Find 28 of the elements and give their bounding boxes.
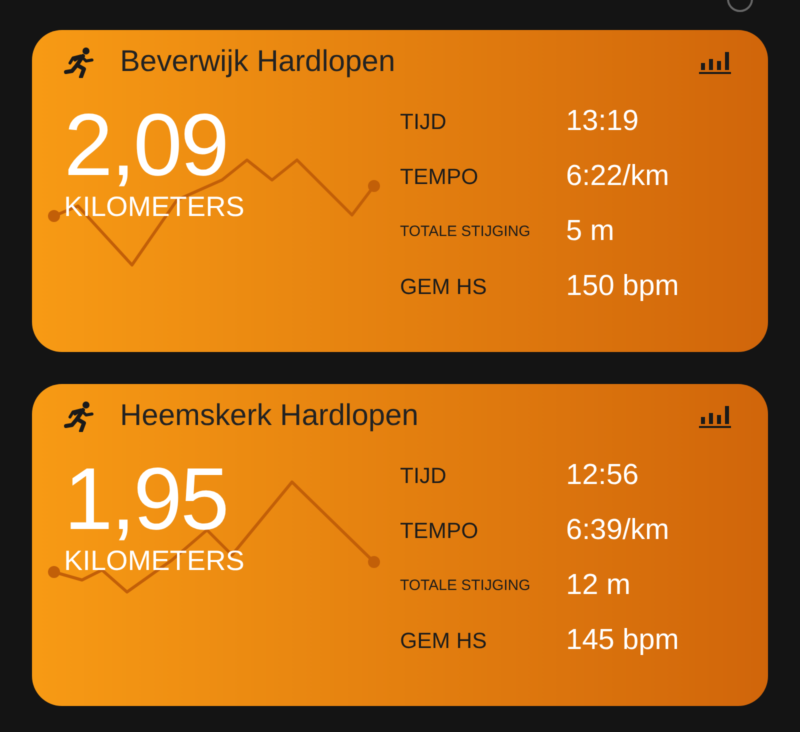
activity-title: Beverwijk Hardlopen	[120, 45, 396, 79]
stat-label: TEMPO	[400, 162, 480, 190]
stat-value: 6:22/km	[566, 159, 670, 194]
stat-value: 150 bpm	[566, 269, 680, 304]
distance-value: 2,09	[64, 100, 228, 190]
stat-value: 6:39/km	[566, 513, 670, 548]
runner-icon	[64, 400, 96, 432]
stat-label: GEM HS	[400, 272, 488, 300]
stat-value: 145 bpm	[566, 623, 680, 658]
distance-unit: KILOMETERS	[64, 190, 244, 224]
bar-chart-icon[interactable]	[698, 403, 732, 429]
stat-label: GEM HS	[400, 626, 488, 654]
stat-label: TOTALE STIJGING	[400, 222, 532, 242]
bar-chart-icon[interactable]	[698, 49, 732, 75]
stat-value: 12:56	[566, 458, 640, 493]
activity-card[interactable]: Beverwijk Hardlopen 2,09 KILOMETERS TIJD 13:19 TEMPO 6:22/km TOTALE STIJGING 5 m GEM HS 150 bpm	[32, 30, 768, 352]
distance-value: 1,95	[64, 454, 228, 544]
distance-unit: KILOMETERS	[64, 544, 244, 578]
activity-card[interactable]: Heemskerk Hardlopen 1,95 KILOMETERS TIJD 12:56 TEMPO 6:39/km TOTALE STIJGING 12 m GEM HS 145 bpm	[32, 384, 768, 706]
stat-value: 5 m	[566, 214, 616, 249]
activity-title: Heemskerk Hardlopen	[120, 399, 420, 433]
stat-value: 12 m	[566, 568, 632, 603]
stat-value: 13:19	[566, 104, 640, 139]
stat-label: TOTALE STIJGING	[400, 576, 532, 596]
stat-label: TEMPO	[400, 516, 480, 544]
stat-label: TIJD	[400, 462, 448, 490]
stat-label: TIJD	[400, 108, 448, 136]
runner-icon	[64, 46, 96, 78]
